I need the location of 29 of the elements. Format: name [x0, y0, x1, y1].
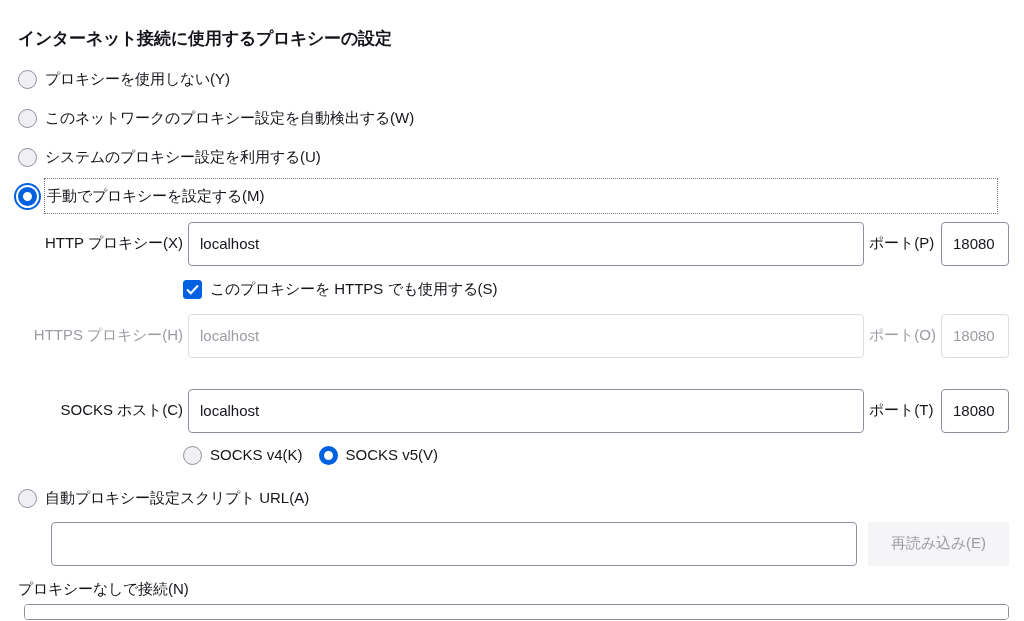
port-label: ポート(P)	[869, 233, 936, 254]
port-label: ポート(O)	[869, 325, 936, 346]
radio-label[interactable]: このネットワークのプロキシー設定を自動検出する(W)	[45, 103, 415, 133]
field-label: HTTP プロキシー(X)	[43, 233, 183, 254]
radio-button[interactable]	[318, 446, 338, 465]
radio-label[interactable]: 手動でプロキシーを設定する(M)	[45, 178, 997, 214]
checkbox-label[interactable]: このプロキシーを HTTPS でも使用する(S)	[210, 278, 498, 301]
input-field[interactable]: localhost	[188, 388, 865, 433]
port-field[interactable]: 18080	[941, 388, 1009, 433]
radio-button[interactable]	[18, 147, 37, 167]
radio-button[interactable]	[183, 446, 202, 465]
radio-label[interactable]: 自動プロキシー設定スクリプト URL(A)	[45, 483, 310, 513]
radio-label[interactable]: プロキシーを使用しない(Y)	[45, 64, 230, 94]
radio-button[interactable]	[18, 108, 37, 128]
field-label: SOCKS ホスト(C)	[59, 400, 183, 421]
radio-button[interactable]	[18, 488, 37, 508]
field-label: HTTPS プロキシー(H)	[32, 325, 183, 346]
port-field[interactable]: 18080	[941, 221, 1009, 266]
radio-label[interactable]: システムのプロキシー設定を利用する(U)	[45, 142, 321, 172]
radio-label[interactable]: SOCKS v5(V)	[345, 444, 439, 467]
radio-button[interactable]	[18, 69, 37, 89]
url-field[interactable]	[51, 521, 857, 566]
input-field[interactable]: localhost	[188, 221, 865, 266]
field-label: プロキシーなしで接続(N)	[18, 578, 190, 599]
checkbox[interactable]	[183, 280, 202, 299]
port-label: ポート(T)	[869, 400, 935, 421]
radio-label[interactable]: SOCKS v4(K)	[210, 444, 303, 467]
text-area[interactable]	[24, 604, 1009, 620]
section-heading: インターネット接続に使用するプロキシーの設定	[18, 28, 393, 50]
